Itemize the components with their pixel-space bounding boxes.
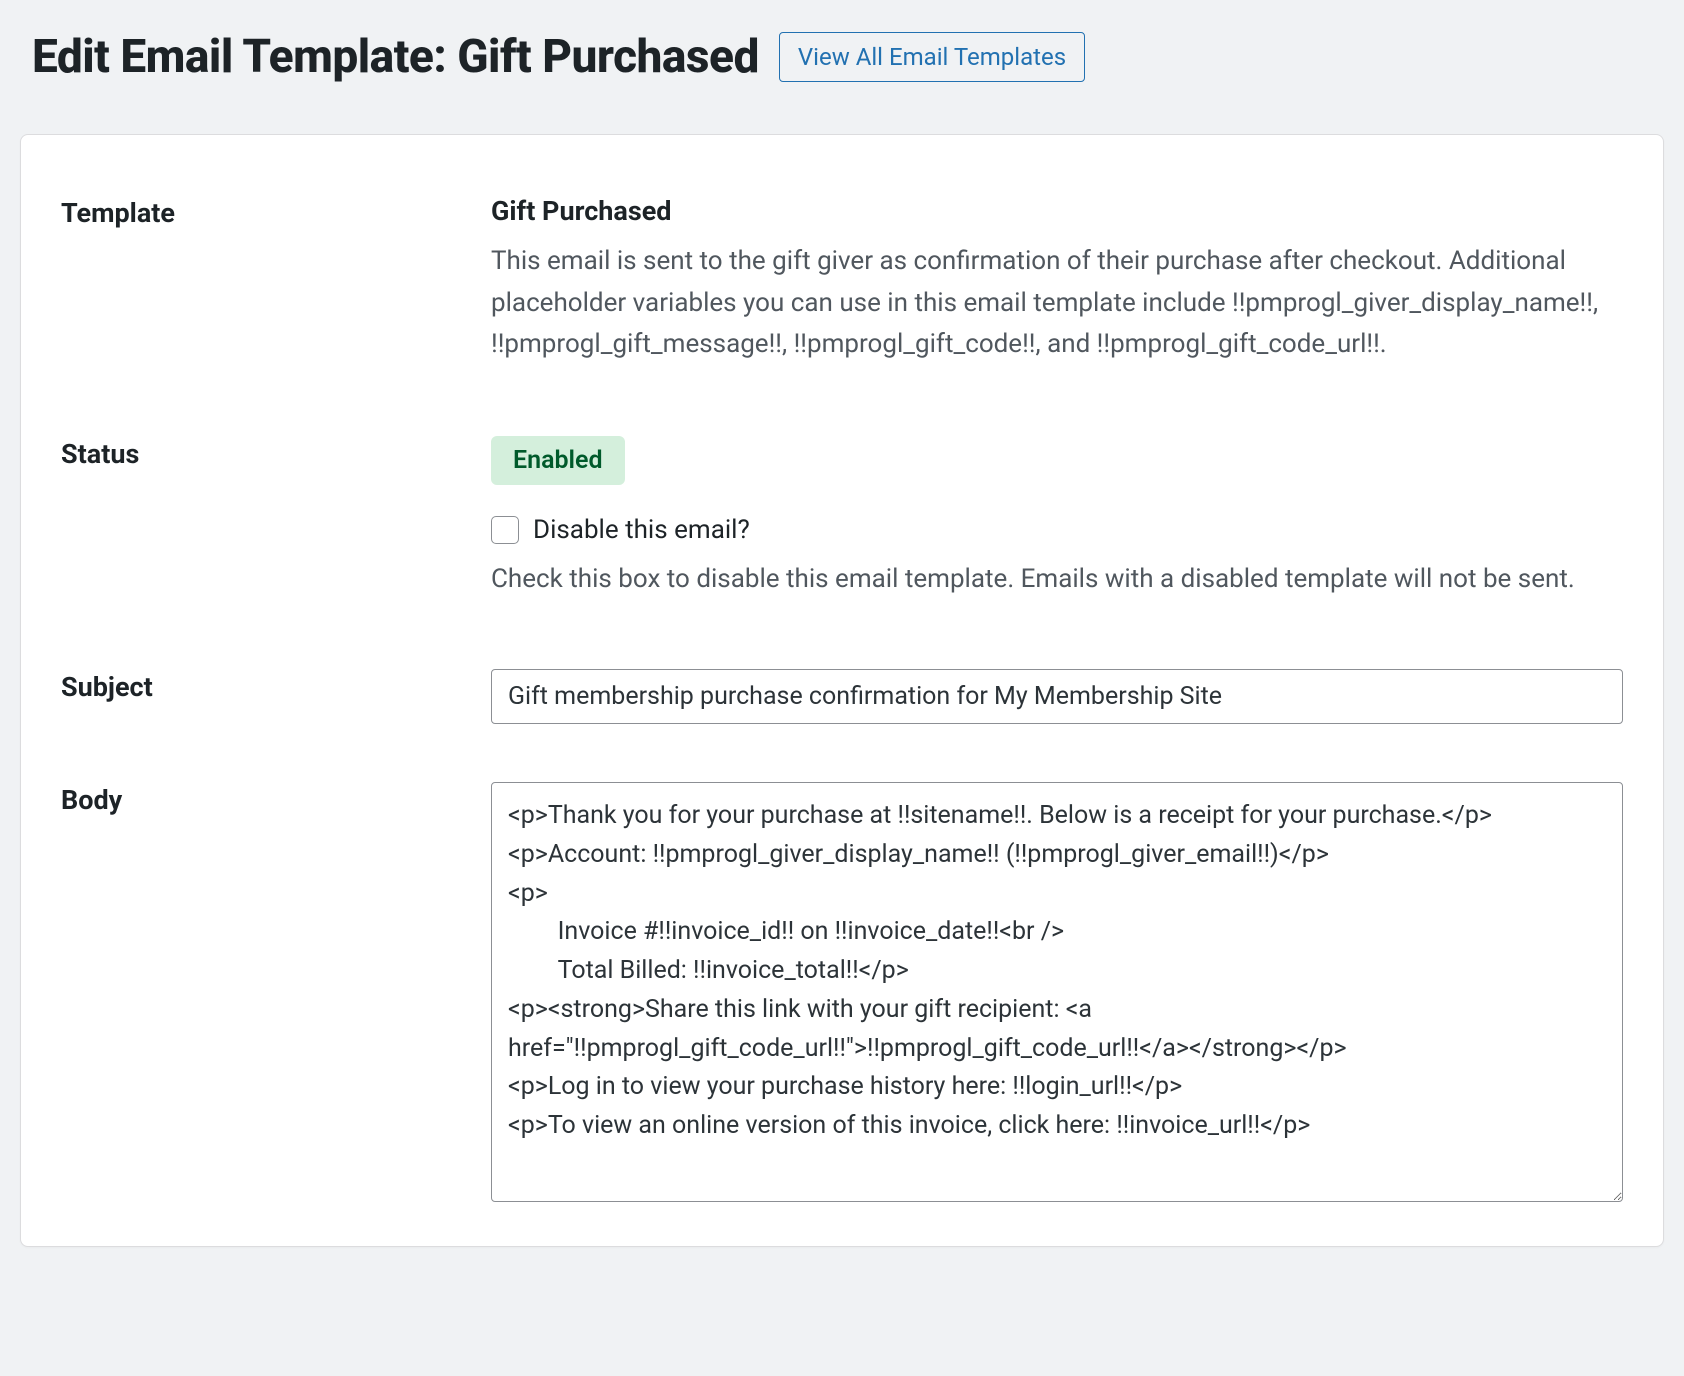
subject-row: Subject xyxy=(61,669,1623,724)
body-textarea[interactable]: <p>Thank you for your purchase at !!site… xyxy=(491,782,1623,1202)
subject-field xyxy=(491,669,1623,724)
body-field: <p>Thank you for your purchase at !!site… xyxy=(491,782,1623,1206)
template-name: Gift Purchased xyxy=(491,195,1623,227)
view-all-templates-link[interactable]: View All Email Templates xyxy=(779,32,1085,82)
disable-email-label: Disable this email? xyxy=(533,515,750,545)
disable-email-checkbox[interactable] xyxy=(491,516,519,544)
page-title: Edit Email Template: Gift Purchased xyxy=(32,30,759,84)
template-row: Template Gift Purchased This email is se… xyxy=(61,195,1623,366)
status-label: Status xyxy=(61,436,491,470)
body-row: Body <p>Thank you for your purchase at !… xyxy=(61,782,1623,1206)
settings-card: Template Gift Purchased This email is se… xyxy=(20,134,1664,1247)
status-row: Status Enabled Disable this email? Check… xyxy=(61,436,1623,599)
subject-input[interactable] xyxy=(491,669,1623,724)
body-label: Body xyxy=(61,782,491,816)
page-header: Edit Email Template: Gift Purchased View… xyxy=(20,30,1664,84)
status-field: Enabled Disable this email? Check this b… xyxy=(491,436,1623,599)
template-label: Template xyxy=(61,195,491,229)
status-help-text: Check this box to disable this email tem… xyxy=(491,559,1623,599)
template-field: Gift Purchased This email is sent to the… xyxy=(491,195,1623,366)
disable-checkbox-row: Disable this email? xyxy=(491,515,1623,545)
status-badge: Enabled xyxy=(491,436,625,485)
subject-label: Subject xyxy=(61,669,491,703)
template-description: This email is sent to the gift giver as … xyxy=(491,241,1623,366)
